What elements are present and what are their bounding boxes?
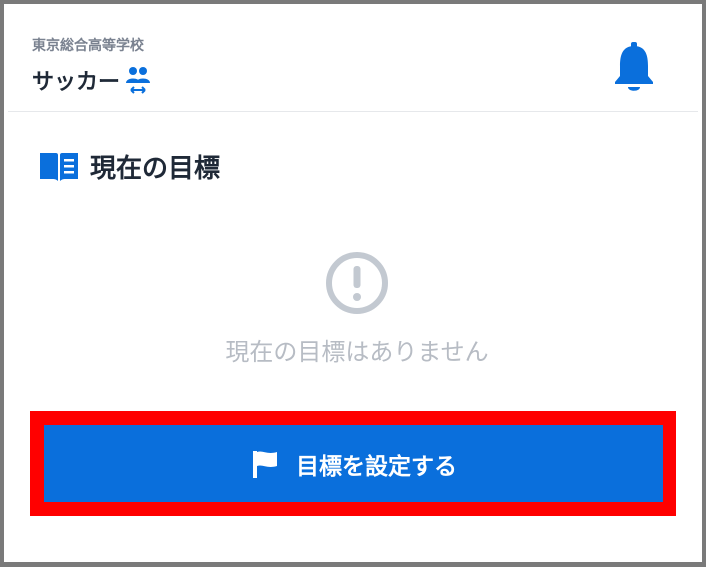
goal-section-header: 現在の目標	[38, 148, 220, 185]
flag-icon	[253, 450, 277, 478]
school-name: 東京総合高等学校	[32, 38, 144, 54]
book-icon	[40, 152, 78, 181]
section-title: 現在の目標	[90, 154, 221, 184]
app-header: 東京総合高等学校 サッカー	[8, 8, 698, 112]
set-goal-label: 目標を設定する	[296, 452, 457, 479]
set-goal-button[interactable]: 目標を設定する	[44, 425, 663, 502]
club-name: サッカー	[32, 70, 121, 95]
exclamation-circle-icon	[326, 252, 388, 314]
club-selector[interactable]: サッカー	[32, 64, 152, 96]
group-switch-icon[interactable]	[124, 65, 152, 95]
bell-icon[interactable]	[612, 40, 656, 94]
empty-state-message: 現在の目標はありません	[225, 338, 489, 366]
